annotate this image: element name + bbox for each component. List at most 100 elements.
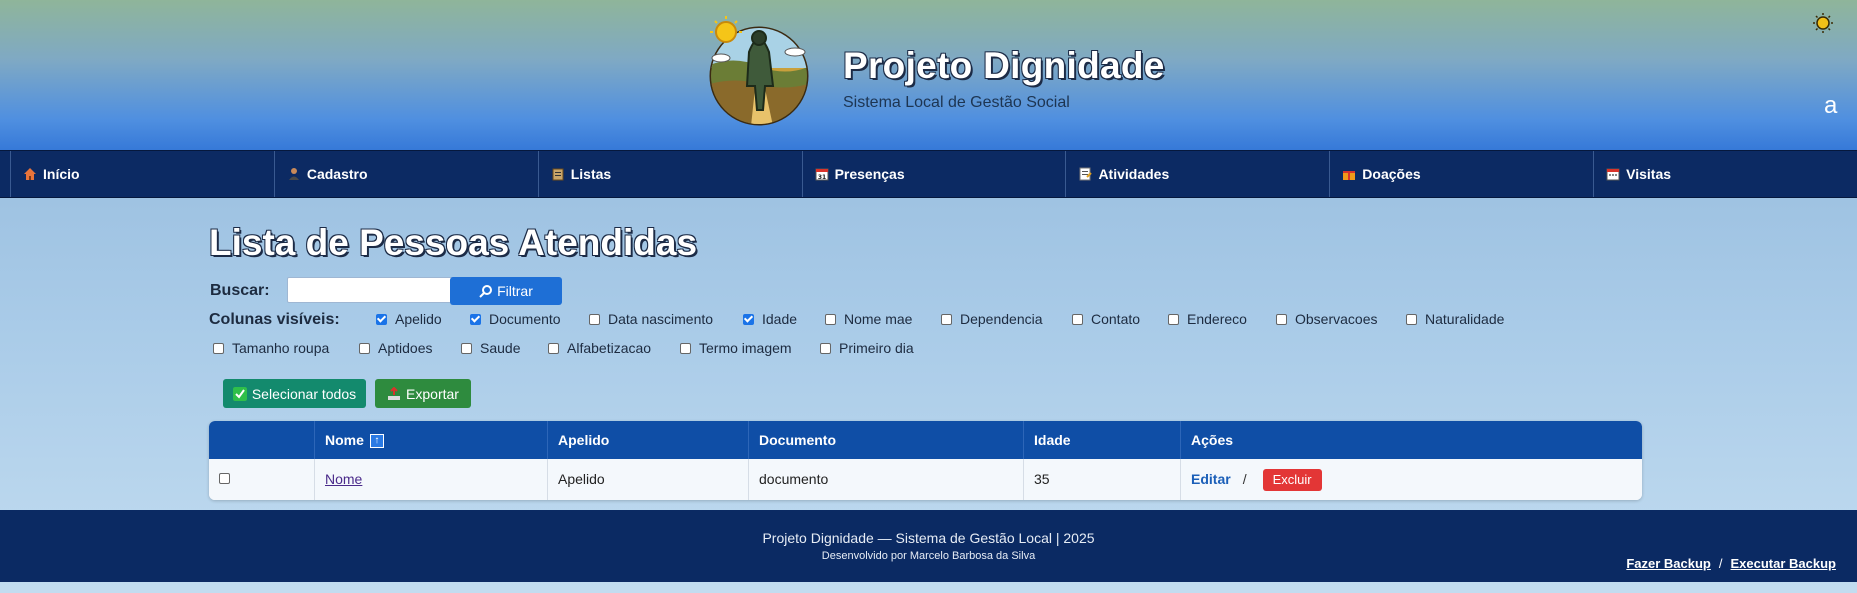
filter-button[interactable]: Filtrar — [450, 277, 562, 305]
cell-idade: 35 — [1023, 459, 1180, 500]
checkbox[interactable] — [1406, 313, 1417, 325]
columns-label: Colunas visíveis: — [209, 311, 340, 328]
column-toggle-termo-imagem[interactable]: Termo imagem — [680, 340, 792, 356]
checkmark-icon — [232, 386, 247, 401]
magnifier-icon — [479, 285, 493, 298]
nav-item-atividades[interactable]: Atividades — [1065, 151, 1329, 197]
nav-item-visitas[interactable]: Visitas — [1593, 151, 1857, 197]
nav-item-presencas[interactable]: 31 Presenças — [801, 151, 1066, 197]
column-toggle-label: Idade — [762, 311, 798, 327]
column-toggle-label: Endereco — [1187, 311, 1247, 327]
row-checkbox[interactable] — [219, 473, 230, 484]
checkbox[interactable] — [825, 313, 836, 325]
row-select-cell — [209, 459, 314, 500]
checkbox[interactable] — [941, 313, 952, 325]
sort-up-icon[interactable]: ↑ — [369, 434, 384, 449]
checkbox[interactable] — [1072, 313, 1083, 325]
calendar-icon: 31 — [815, 168, 829, 181]
nav-item-label: Presenças — [834, 166, 905, 182]
column-toggle-alfabetizacao[interactable]: Alfabetizacao — [548, 340, 651, 356]
checkbox[interactable] — [743, 313, 754, 325]
nav-item-inicio[interactable]: Início — [10, 151, 274, 197]
checkbox[interactable] — [376, 313, 387, 325]
cell-documento: documento — [748, 459, 1023, 500]
column-toggle-label: Documento — [489, 311, 561, 327]
column-toggle-observacoes[interactable]: Observacoes — [1276, 311, 1377, 327]
column-toggle-label: Tamanho roupa — [232, 340, 330, 356]
nav-item-listas[interactable]: Listas — [537, 151, 802, 197]
column-toggle-label: Dependencia — [960, 311, 1043, 327]
backup-link[interactable]: Fazer Backup — [1626, 556, 1711, 571]
gift-icon — [1343, 171, 1356, 180]
checkbox[interactable] — [820, 342, 831, 354]
column-toggle-label: Data nascimento — [608, 311, 714, 327]
header-idade: Idade — [1023, 421, 1180, 459]
main-nav: Início Cadastro Listas 31 Presenças Ativ… — [0, 150, 1857, 198]
calendar-icon — [1606, 168, 1620, 181]
delete-button[interactable]: Excluir — [1262, 469, 1322, 492]
column-toggle-tamanho-roupa[interactable]: Tamanho roupa — [213, 340, 329, 356]
checkbox[interactable] — [213, 342, 224, 354]
column-toggle-dependencia[interactable]: Dependencia — [941, 311, 1043, 327]
clipboard-icon — [552, 168, 564, 181]
nav-item-label: Cadastro — [306, 166, 368, 182]
column-toggle-label: Naturalidade — [1425, 311, 1505, 327]
nav-item-label: Visitas — [1626, 166, 1672, 182]
nav-item-label: Doações — [1362, 166, 1421, 182]
person-name-link[interactable]: Nome — [325, 471, 362, 487]
user-avatar[interactable]: a — [1824, 92, 1837, 120]
checkbox[interactable] — [1168, 313, 1179, 325]
column-toggle-aptidoes[interactable]: Aptidoes — [359, 340, 432, 356]
checkbox[interactable] — [359, 342, 370, 354]
checkbox[interactable] — [1276, 313, 1287, 325]
column-toggle-nome-mae[interactable]: Nome mae — [825, 311, 912, 327]
header-apelido: Apelido — [547, 421, 748, 459]
checkbox[interactable] — [461, 342, 472, 354]
header-nome-label: Nome — [325, 432, 364, 448]
column-toggle-apelido[interactable]: Apelido — [376, 311, 442, 327]
table-header: Nome ↑ Apelido Documento Idade Ações — [209, 421, 1642, 459]
edit-link[interactable]: Editar — [1191, 471, 1231, 487]
search-input[interactable] — [287, 277, 471, 303]
page-footer: Projeto Dignidade — Sistema de Gestão Lo… — [0, 510, 1857, 582]
house-icon — [24, 168, 36, 180]
checkbox[interactable] — [680, 342, 691, 354]
checkbox[interactable] — [589, 313, 600, 325]
footer-credit: Desenvolvido por Marcelo Barbosa da Silv… — [821, 550, 1036, 562]
nav-item-cadastro[interactable]: Cadastro — [273, 151, 538, 197]
select-all-button[interactable]: Selecionar todos — [223, 379, 366, 408]
people-table: Nome ↑ Apelido Documento Idade Ações Nome… — [209, 421, 1642, 500]
column-toggle-label: Alfabetizacao — [567, 340, 652, 356]
app-subtitle: Sistema Local de Gestão Social — [843, 94, 1070, 111]
header-acoes: Ações — [1180, 421, 1642, 459]
column-toggle-naturalidade[interactable]: Naturalidade — [1406, 311, 1504, 327]
run-backup-link[interactable]: Executar Backup — [1731, 556, 1837, 571]
svg-text:31: 31 — [817, 174, 825, 181]
column-toggle-primeiro-dia[interactable]: Primeiro dia — [820, 340, 914, 356]
export-icon — [388, 386, 401, 400]
nav-item-label: Listas — [570, 166, 612, 182]
checkbox[interactable] — [470, 313, 481, 325]
logo-icon — [709, 16, 809, 126]
column-toggle-label: Apelido — [395, 311, 442, 327]
column-toggle-documento[interactable]: Documento — [470, 311, 561, 327]
column-toggle-contato[interactable]: Contato — [1072, 311, 1140, 327]
footer-links: Fazer Backup / Executar Backup — [1626, 556, 1836, 571]
memo-icon — [1079, 167, 1093, 181]
export-label: Exportar — [406, 385, 459, 402]
person-icon — [288, 168, 299, 180]
column-toggle-saude[interactable]: Saude — [461, 340, 520, 356]
nav-item-label: Início — [43, 166, 80, 182]
cell-apelido: Apelido — [547, 459, 748, 500]
column-toggle-idade[interactable]: Idade — [743, 311, 797, 327]
column-toggle-data-nascimento[interactable]: Data nascimento — [589, 311, 713, 327]
column-toggle-endereco[interactable]: Endereco — [1168, 311, 1247, 327]
search-label: Buscar: — [210, 282, 270, 299]
nav-item-doacoes[interactable]: Doações — [1329, 151, 1593, 197]
export-button[interactable]: Exportar — [375, 379, 471, 408]
checkbox[interactable] — [548, 342, 559, 354]
header-nome[interactable]: Nome ↑ — [314, 421, 547, 459]
page-title: Lista de Pessoas Atendidas — [209, 222, 698, 263]
cell-acoes: Editar / Excluir — [1180, 459, 1642, 500]
theme-toggle-icon[interactable] — [1812, 12, 1834, 34]
